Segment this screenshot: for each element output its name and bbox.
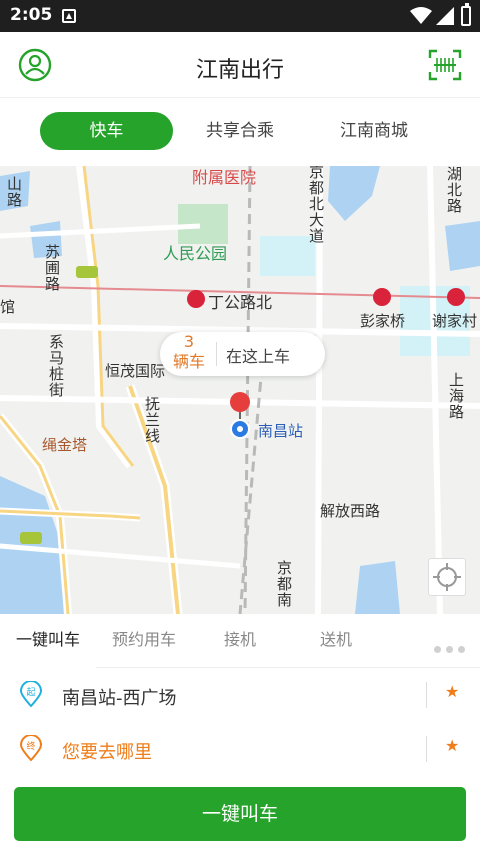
map-label-xiema: 系马桩街 <box>47 334 65 398</box>
map-label-shanghai-road: 上海路 <box>447 372 465 420</box>
call-car-button[interactable]: 一键叫车 <box>14 787 466 841</box>
map-label-pengjia: 彭家桥 <box>360 312 406 330</box>
destination-field[interactable]: 终 您要去哪里 ★ <box>0 722 480 776</box>
mode-airport-dropoff[interactable]: 送机 <box>288 614 384 668</box>
locate-button[interactable] <box>428 558 466 596</box>
map-label-hubei: 湖北路 <box>445 166 463 214</box>
map-label-fulan-line: 抚兰线 <box>143 396 161 444</box>
origin-favorite-star-icon[interactable]: ★ <box>445 682 459 701</box>
car-count-unit: 辆车 <box>172 352 205 371</box>
status-time: 2:05 <box>10 5 53 25</box>
mode-reserve[interactable]: 预约用车 <box>96 614 192 668</box>
map-label-jingdu-south: 京都南 <box>275 560 293 608</box>
destination-pin-icon: 终 <box>20 735 42 761</box>
map-label-jiefang-west: 解放西路 <box>320 502 381 520</box>
map-label-guan: 馆 <box>0 298 16 316</box>
app-header: 江南出行 <box>0 32 480 98</box>
map-label-nanchang-station: 南昌站 <box>258 422 304 440</box>
tab-carpool[interactable]: 共享合乘 <box>188 112 292 150</box>
more-modes-icon[interactable] <box>434 638 470 657</box>
destination-favorite-star-icon[interactable]: ★ <box>445 736 459 755</box>
page-title: 江南出行 <box>195 58 284 83</box>
map-label-shengjinta: 绳金塔 <box>42 436 88 454</box>
map-label-park: 人民公园 <box>163 244 228 263</box>
tab-mall[interactable]: 江南商城 <box>322 112 426 150</box>
tab-express[interactable]: 快车 <box>40 112 173 150</box>
battery-icon <box>461 3 471 26</box>
car-count-number: 3 <box>183 332 195 351</box>
origin-value: 南昌站-西广场 <box>62 688 177 709</box>
map-label-shanlu: 山路 <box>5 176 23 208</box>
signal-icon <box>436 7 454 25</box>
map-label-xiejia: 谢家村 <box>432 312 478 330</box>
map-view[interactable]: 山路 附属医院 人民公园 苏圃路 馆 丁公路北 彭家桥 谢家村 京都北大道 湖北… <box>0 166 480 614</box>
mode-instant[interactable]: 一键叫车 <box>0 614 96 668</box>
ride-mode-tabs: 一键叫车 预约用车 接机 送机 <box>0 614 480 668</box>
origin-pin-text: 起 <box>26 687 35 698</box>
nearby-car-count: 3 辆车 <box>166 332 212 372</box>
pickup-bubble[interactable]: 3 辆车 在这上车 <box>160 332 325 376</box>
map-canvas <box>0 166 480 614</box>
map-label-jingdu-north: 京都北大道 <box>307 166 325 244</box>
pickup-here-text: 在这上车 <box>226 347 291 366</box>
locate-icon <box>433 563 461 591</box>
destination-pin-text: 终 <box>26 740 35 752</box>
origin-pin-icon: 起 <box>20 681 42 707</box>
map-label-hengmao: 恒茂国际 <box>105 362 166 380</box>
map-label-hospital: 附属医院 <box>192 168 257 187</box>
notification-icon <box>62 9 76 23</box>
map-label-dinggong: 丁公路北 <box>208 293 273 312</box>
status-bar: 2:05 <box>0 0 480 32</box>
origin-field[interactable]: 起 南昌站-西广场 ★ <box>0 668 480 722</box>
bubble-divider <box>216 342 217 366</box>
wifi-icon <box>410 7 432 24</box>
mode-airport-pickup[interactable]: 接机 <box>192 614 288 668</box>
scan-icon[interactable] <box>428 49 462 81</box>
destination-separator <box>426 736 427 762</box>
destination-placeholder: 您要去哪里 <box>62 742 152 763</box>
map-label-suyuan: 苏圃路 <box>43 244 61 292</box>
origin-separator <box>426 682 427 708</box>
service-tabs: 快车 共享合乘 江南商城 <box>0 98 480 166</box>
